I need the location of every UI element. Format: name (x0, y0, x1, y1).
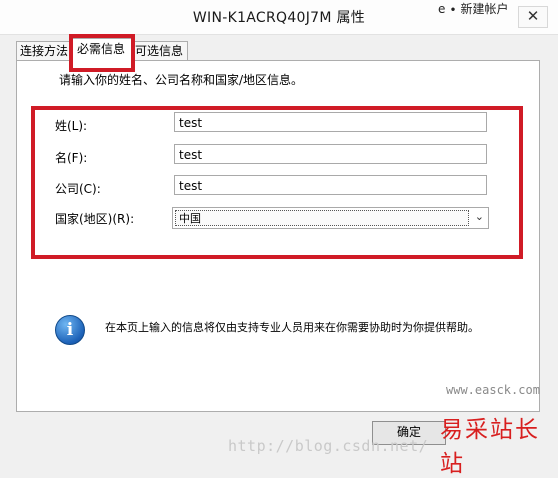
watermark-url: www.easck.com (446, 383, 540, 397)
watermark-blog: http://blog.csdn.net/ (228, 437, 429, 455)
tab-optional-info[interactable]: 可选信息 (130, 41, 188, 61)
close-button[interactable]: ✕ (518, 6, 548, 28)
window-title: WIN-K1ACRQ40J7M 属性 (192, 10, 366, 26)
country-select-value: 中国 (175, 210, 469, 226)
first-name-label: 名(F): (55, 151, 88, 165)
watermark-site: 易采站长站 (440, 417, 540, 477)
last-name-label: 姓(L): (55, 119, 88, 133)
chevron-down-icon[interactable]: ⌄ (475, 210, 484, 223)
title-bar: e ∙ 新建帐户 WIN-K1ACRQ40J7M 属性 ✕ (0, 0, 558, 35)
first-name-input[interactable]: test (174, 144, 487, 164)
properties-panel: 请输入你的姓名、公司名称和国家/地区信息。 姓(L): test 名(F): t… (16, 60, 540, 412)
country-label: 国家(地区)(R): (55, 212, 135, 226)
info-note: 在本页上输入的信息将仅由支持专业人员用来在你需要协助时为你提供帮助。 (105, 321, 479, 334)
last-name-input[interactable]: test (174, 112, 487, 132)
country-select[interactable]: 中国 ⌄ (172, 207, 489, 229)
intro-text: 请输入你的姓名、公司名称和国家/地区信息。 (59, 73, 304, 87)
tab-required-info[interactable]: 必需信息 (70, 38, 132, 62)
tab-connection-method[interactable]: 连接方法 (16, 41, 72, 61)
info-icon: i (55, 315, 85, 345)
company-input[interactable]: test (174, 175, 487, 195)
company-label: 公司(C): (55, 182, 101, 196)
